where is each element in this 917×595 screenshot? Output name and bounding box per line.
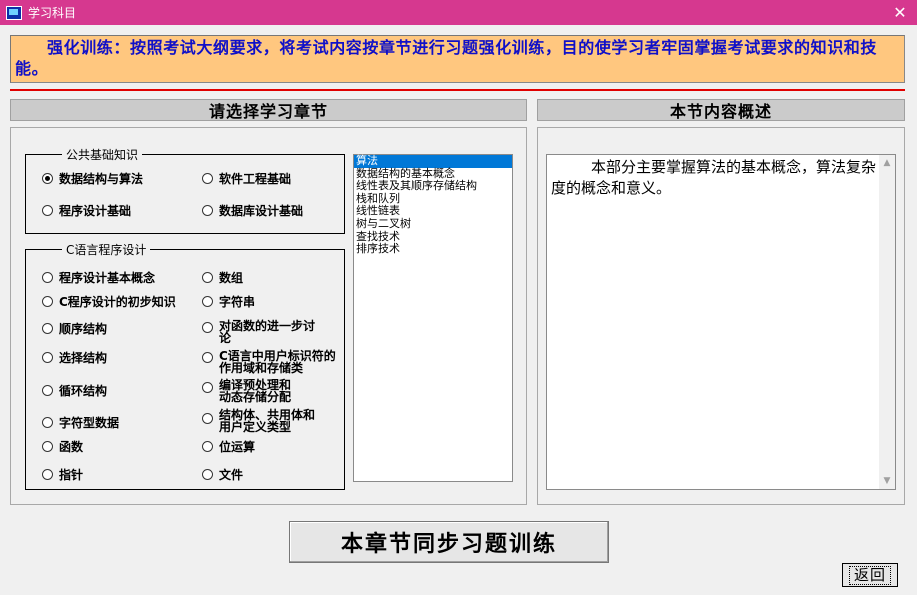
radio-label: C程序设计的初步知识 (59, 295, 176, 309)
list-item[interactable]: 树与二叉树 (354, 217, 512, 231)
radio-indicator (42, 272, 53, 283)
radio-indicator (42, 417, 53, 428)
radio-indicator (42, 205, 53, 216)
intro-banner: 强化训练：按照考试大纲要求，将考试内容按章节进行习题强化训练，目的使学习者牢固掌… (10, 35, 905, 83)
radio-c-sequence[interactable]: 顺序结构 (42, 321, 107, 335)
scroll-up-icon[interactable]: ▲ (879, 155, 895, 171)
radio-c-basic-concepts[interactable]: 程序设计基本概念 (42, 270, 155, 284)
summary-scrollbar[interactable]: ▲ ▼ (879, 155, 895, 489)
radio-c-struct-union[interactable]: 结构体、共用体和用户定义类型 (202, 407, 315, 433)
radio-label: 数据库设计基础 (219, 204, 304, 218)
radio-c-pointers[interactable]: 指针 (42, 467, 83, 481)
radio-indicator (202, 352, 213, 363)
radio-label: 循环结构 (59, 384, 108, 398)
radio-label: 顺序结构 (59, 322, 108, 336)
radio-label: 字符型数据 (59, 416, 120, 430)
radio-c-functions-advanced[interactable]: 对函数的进一步讨论 (202, 318, 319, 344)
radio-label: 软件工程基础 (219, 172, 292, 186)
radio-label: 字符串 (219, 295, 256, 309)
radio-software-engineering[interactable]: 软件工程基础 (202, 171, 291, 185)
radio-indicator (42, 469, 53, 480)
radio-indicator (42, 173, 53, 184)
radio-indicator (42, 385, 53, 396)
summary-textbox[interactable]: 本部分主要掌握算法的基本概念，算法复杂度的概念和意义。 ▲ ▼ (546, 154, 896, 490)
radio-label: 函数 (59, 440, 84, 454)
section-summary-header: 本节内容概述 (537, 99, 905, 121)
radio-c-files[interactable]: 文件 (202, 467, 243, 481)
group-basic-title: 公共基础知识 (62, 146, 143, 163)
radio-c-intro[interactable]: C程序设计的初步知识 (42, 294, 176, 308)
back-button[interactable]: 返回 (842, 563, 898, 587)
radio-label: 编译预处理和动态存储分配 (219, 378, 292, 404)
radio-c-arrays[interactable]: 数组 (202, 270, 243, 284)
radio-indicator (202, 272, 213, 283)
radio-c-bitwise[interactable]: 位运算 (202, 439, 255, 453)
radio-c-strings[interactable]: 字符串 (202, 294, 255, 308)
radio-data-structures[interactable]: 数据结构与算法 (42, 171, 143, 185)
radio-indicator (202, 469, 213, 480)
radio-c-scope-storage[interactable]: C语言中用户标识符的作用域和存储类 (202, 348, 339, 374)
chapter-select-header: 请选择学习章节 (10, 99, 527, 121)
radio-c-preprocessor[interactable]: 编译预处理和动态存储分配 (202, 377, 301, 403)
title-bar: 学习科目 ✕ (0, 0, 917, 25)
radio-label: 指针 (59, 468, 84, 482)
summary-text: 本部分主要掌握算法的基本概念，算法复杂度的概念和意义。 (551, 158, 877, 197)
radio-indicator (202, 205, 213, 216)
close-button[interactable]: ✕ (883, 0, 917, 25)
divider-line (10, 89, 905, 91)
radio-indicator (202, 296, 213, 307)
radio-indicator (42, 441, 53, 452)
list-item[interactable]: 线性表及其顺序存储结构 (354, 180, 512, 193)
chapter-training-button[interactable]: 本章节同步习题训练 (289, 521, 609, 563)
list-item[interactable]: 算法 (354, 154, 512, 168)
radio-label: C语言中用户标识符的作用域和存储类 (219, 349, 336, 375)
window-title: 学习科目 (28, 6, 77, 20)
radio-indicator (42, 296, 53, 307)
radio-indicator (202, 413, 213, 424)
radio-indicator (202, 382, 213, 393)
radio-label: 文件 (219, 468, 244, 482)
radio-c-selection[interactable]: 选择结构 (42, 350, 107, 364)
radio-programming-basics[interactable]: 程序设计基础 (42, 203, 131, 217)
list-item[interactable]: 排序技术 (354, 243, 512, 256)
radio-indicator (42, 352, 53, 363)
radio-label: 选择结构 (59, 351, 108, 365)
radio-indicator (202, 173, 213, 184)
radio-c-char-data[interactable]: 字符型数据 (42, 415, 119, 429)
app-icon (6, 5, 22, 20)
scroll-down-icon[interactable]: ▼ (879, 473, 895, 489)
radio-c-function[interactable]: 函数 (42, 439, 83, 453)
section-listbox[interactable]: 算法 数据结构的基本概念 线性表及其顺序存储结构 栈和队列 线性链表 树与二叉树… (353, 154, 513, 482)
radio-label: 数据结构与算法 (59, 172, 144, 186)
radio-label: 程序设计基础 (59, 204, 132, 218)
back-button-label: 返回 (848, 565, 891, 585)
radio-label: 数组 (219, 271, 244, 285)
radio-label: 结构体、共用体和用户定义类型 (219, 408, 316, 434)
radio-label: 对函数的进一步讨论 (219, 319, 316, 345)
radio-label: 程序设计基本概念 (59, 271, 156, 285)
radio-c-loops[interactable]: 循环结构 (42, 383, 107, 397)
group-c-title: C语言程序设计 (62, 241, 151, 258)
radio-indicator (202, 322, 213, 333)
radio-label: 位运算 (219, 440, 256, 454)
radio-indicator (42, 323, 53, 334)
group-basic-knowledge: 公共基础知识 (25, 146, 345, 234)
radio-indicator (202, 441, 213, 452)
radio-database-design[interactable]: 数据库设计基础 (202, 203, 303, 217)
